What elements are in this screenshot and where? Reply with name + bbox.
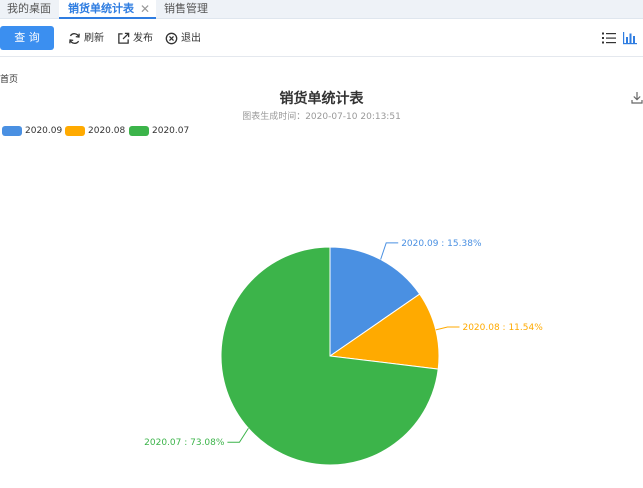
- pie-data-label: 2020.09 : 15.38%: [401, 239, 482, 249]
- pie-label-line: [227, 428, 249, 443]
- pie-data-label: 2020.08 : 11.54%: [462, 323, 543, 333]
- pie-label-line: [380, 242, 399, 260]
- pie-chart: 2020.09 : 15.38% 2020.08 : 11.54% 2020.07 …: [144, 239, 543, 466]
- pie-data-label: 2020.07 : 73.08%: [144, 438, 225, 448]
- pie-label-line: [435, 326, 460, 331]
